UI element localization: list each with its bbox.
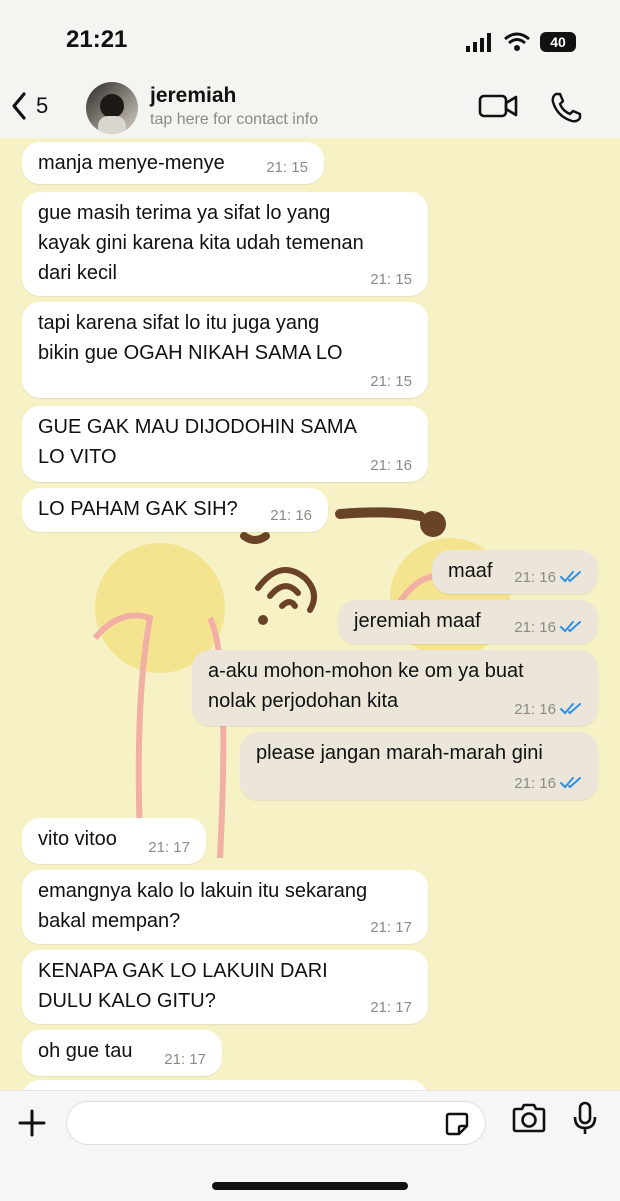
message-bubble[interactable]: jeremiah maaf 21: 16 (338, 600, 598, 644)
avatar[interactable] (86, 82, 138, 134)
message-bubble[interactable]: vito vitoo 21: 17 (22, 818, 206, 864)
message-bubble[interactable]: gue masih terima ya sifat lo yang kayak … (22, 192, 428, 296)
message-bubble[interactable]: tapi karena sifat lo itu juga yang bikin… (22, 302, 428, 398)
message-text: manja menye-menye (38, 152, 225, 174)
message-bubble[interactable]: please jangan marah-marah gini 21: 16 (240, 732, 598, 800)
message-bubble[interactable]: maaf 21: 16 (432, 550, 598, 594)
signal-icon (466, 33, 491, 52)
message-text: emangnya kalo lo lakuin itu sekarang bak… (38, 880, 368, 932)
message-bubble[interactable]: KENAPA GAK LO LAKUIN DARI DULU KALO GITU… (22, 950, 428, 1024)
message-time: 21: 15 (266, 159, 308, 176)
status-bar: 21:21 40 (0, 0, 620, 78)
message-time: 21: 16 (514, 775, 556, 792)
message-text: vito vitoo (38, 828, 117, 850)
message-text: KENAPA GAK LO LAKUIN DARI DULU KALO GITU… (38, 960, 328, 1012)
read-receipt-icon (560, 621, 581, 633)
contact-info[interactable]: jeremiah tap here for contact info (150, 84, 318, 130)
plus-icon[interactable] (14, 1105, 50, 1141)
message-bubble[interactable]: a-aku mohon-mohon ke om ya buat nolak pe… (192, 650, 598, 726)
message-text: oh gue tau (38, 1040, 133, 1062)
sticker-icon[interactable] (443, 1110, 471, 1138)
phone-call-icon[interactable] (548, 90, 584, 126)
unread-count: 5 (36, 93, 49, 118)
message-time: 21: 15 (370, 373, 412, 390)
message-time: 21: 16 (370, 457, 412, 474)
message-bubble[interactable]: GUE GAK MAU DIJODOHIN SAMA LO VITO 21: 1… (22, 406, 428, 482)
chevron-left-icon (12, 92, 26, 120)
message-text: jeremiah maaf (354, 610, 481, 632)
read-receipt-icon (560, 777, 581, 789)
message-text: a-aku mohon-mohon ke om ya buat nolak pe… (208, 660, 524, 712)
message-time: 21: 17 (370, 919, 412, 936)
message-text: gue masih terima ya sifat lo yang kayak … (38, 202, 364, 284)
video-call-icon[interactable] (478, 90, 518, 122)
message-time: 21: 15 (370, 271, 412, 288)
message-bubble[interactable]: oh gue tau 21: 17 (22, 1030, 222, 1076)
message-bubble[interactable]: emangnya kalo lo lakuin itu sekarang bak… (22, 870, 428, 944)
message-bubble[interactable]: LO PAHAM GAK SIH? 21: 16 (22, 488, 328, 532)
back-button[interactable]: 5 (10, 86, 48, 126)
camera-icon[interactable] (510, 1103, 548, 1135)
message-text: GUE GAK MAU DIJODOHIN SAMA LO VITO (38, 416, 357, 468)
avatar-photo (98, 94, 126, 134)
message-text: LO PAHAM GAK SIH? (38, 498, 238, 520)
message-time: 21: 16 (514, 701, 556, 718)
message-time: 21: 16 (514, 569, 556, 586)
contact-name: jeremiah (150, 84, 237, 107)
status-icons: 40 (466, 30, 576, 54)
message-time: 21: 17 (370, 999, 412, 1016)
message-input[interactable] (66, 1101, 486, 1145)
message-bubble[interactable]: manja menye-menye 21: 15 (22, 142, 324, 184)
read-receipt-icon (560, 571, 581, 583)
microphone-icon[interactable] (570, 1101, 600, 1137)
wifi-icon (504, 32, 530, 51)
chat-area[interactable]: manja menye-menye 21: 15 gue masih terim… (0, 138, 620, 1090)
message-time: 21: 17 (164, 1051, 206, 1068)
message-bubble-partial[interactable] (22, 1080, 428, 1090)
status-time: 21:21 (66, 26, 128, 53)
message-time: 21: 17 (148, 839, 190, 856)
read-receipt-icon (560, 703, 581, 715)
home-indicator[interactable] (212, 1182, 408, 1190)
message-time: 21: 16 (514, 619, 556, 636)
message-text: tapi karena sifat lo itu juga yang bikin… (38, 312, 343, 364)
contact-subtitle: tap here for contact info (150, 111, 319, 128)
message-text: please jangan marah-marah gini (256, 742, 543, 764)
message-time: 21: 16 (270, 507, 312, 524)
message-text: maaf (448, 560, 493, 582)
battery-icon: 40 (540, 32, 576, 52)
chat-header: 5 jeremiah tap here for contact info (0, 78, 620, 139)
